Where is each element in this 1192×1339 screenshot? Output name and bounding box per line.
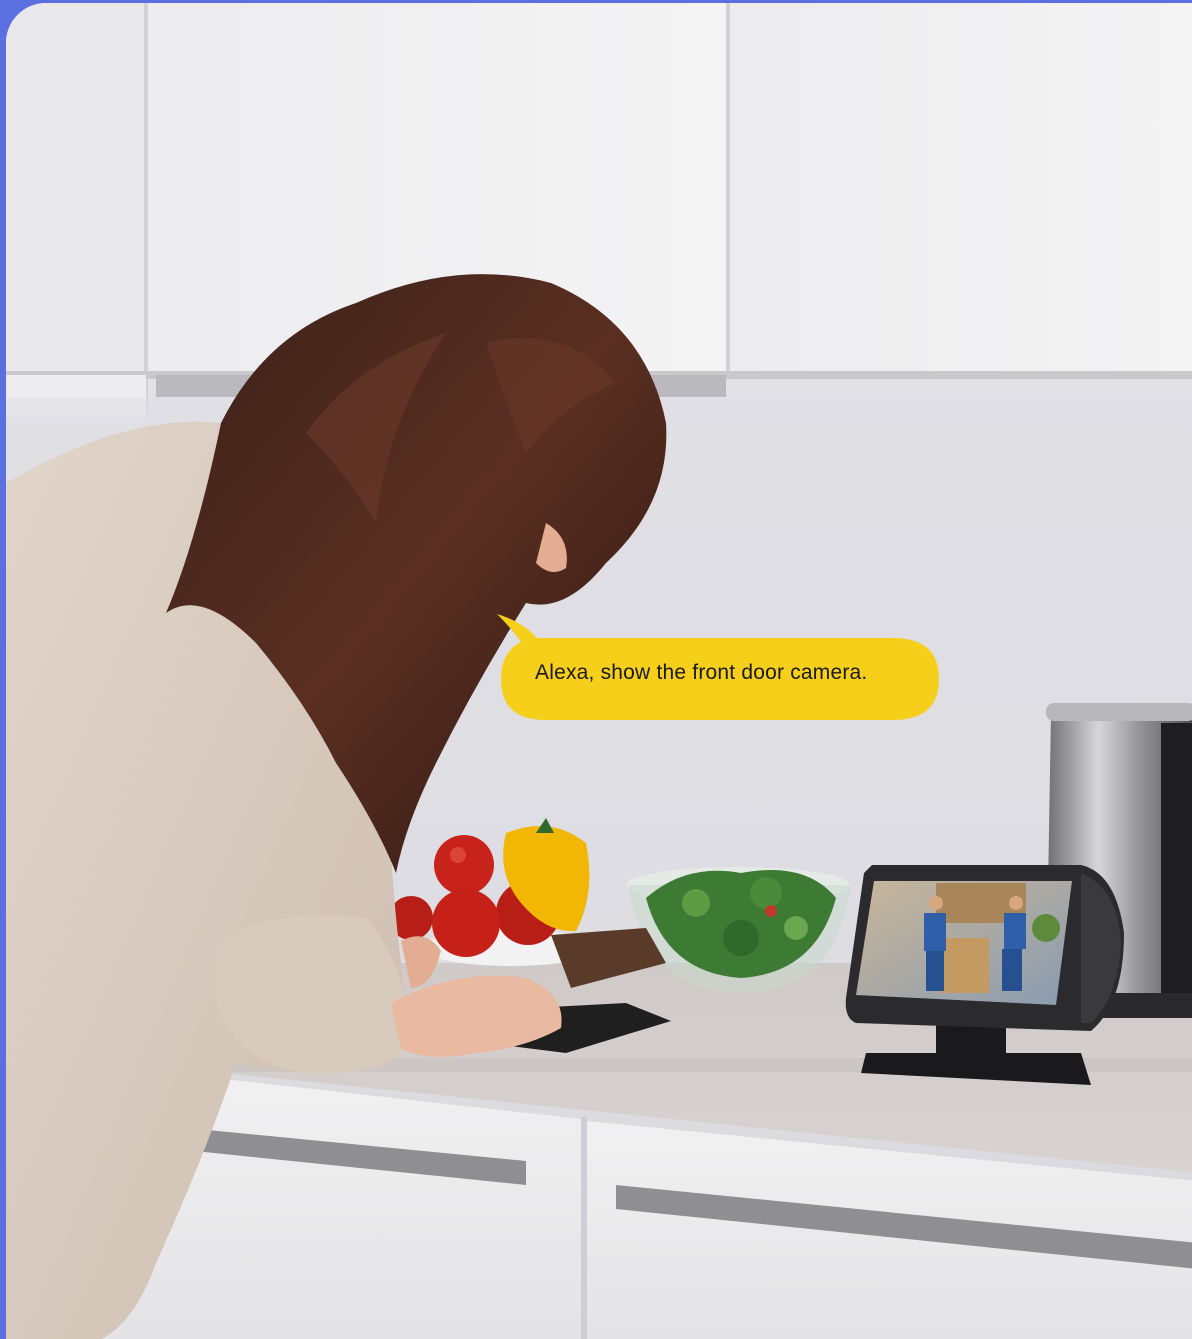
speech-bubble-text: Alexa, show the front door camera. (535, 661, 868, 684)
photo-frame: Alexa, show the front door camera. (0, 0, 1192, 1339)
